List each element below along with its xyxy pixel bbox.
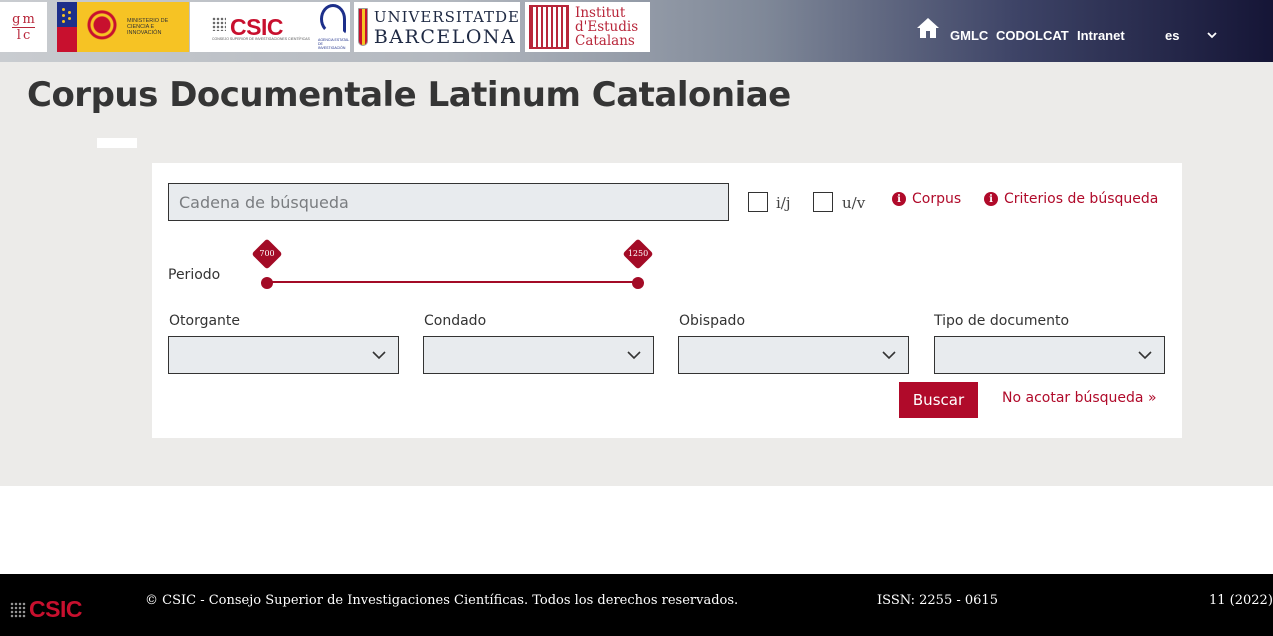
chevron-down-icon [882,351,896,360]
csic-dots-icon [212,17,226,31]
otorgante-select[interactable] [168,336,399,374]
obispado-select[interactable] [678,336,909,374]
main-panel: Corpus Documentale Latinum Cataloniae i/… [0,62,1273,486]
tab-stub[interactable] [97,138,137,148]
csic-dots-icon [10,601,26,618]
period-slider-handle-to[interactable] [632,277,644,289]
criteria-link[interactable]: i Criterios de búsqueda [984,191,1158,207]
info-icon: i [892,192,906,206]
chevron-down-icon [372,351,386,360]
site-header: g m l c MINISTERIO DE CIENCIA E INNOVACI… [0,0,1273,62]
checkbox-uv-label: u/v [842,194,866,212]
nav-codolcat[interactable]: CODOLCAT [996,28,1069,43]
csic-logo[interactable]: CSIC CONSEJO SUPERIOR DE INVESTIGACIONES… [190,2,350,52]
chevron-down-icon[interactable] [1206,29,1218,41]
chevron-down-icon [1138,351,1152,360]
search-input[interactable] [168,183,729,221]
ministerio-logo[interactable]: MINISTERIO DE CIENCIA E INNOVACIÓN [57,2,189,52]
ub-crest-icon [358,8,368,46]
chevron-down-icon [627,351,641,360]
footer-issue: 11 (2022) [1209,593,1273,608]
tipo-documento-select[interactable] [934,336,1165,374]
spain-coat-of-arms-icon [83,6,121,48]
home-icon[interactable] [916,17,940,39]
period-slider-handle-from[interactable] [261,277,273,289]
obispado-label: Obispado [679,313,746,329]
nav-intranet[interactable]: Intranet [1077,28,1125,43]
search-form: i/j u/v i Corpus i Criterios de búsqueda… [152,163,1182,438]
condado-select[interactable] [423,336,654,374]
page-title: Corpus Documentale Latinum Cataloniae [27,75,791,115]
checkbox-uv[interactable] [813,192,833,212]
footer-csic-logo[interactable]: CSIC [10,596,82,623]
footer-issn: ISSN: 2255 - 0615 [877,593,998,608]
gmlc-logo[interactable]: g m l c [0,2,47,52]
language-selector[interactable]: es [1165,28,1179,43]
corpus-link[interactable]: i Corpus [892,191,961,207]
footer-copyright: © CSIC - Consejo Superior de Investigaci… [145,593,739,608]
ub-logo[interactable]: UNIVERSITATDE BARCELONA [354,2,520,52]
eu-flag-icon [57,2,77,52]
nav-gmlc[interactable]: GMLC [950,28,988,43]
no-restrict-search-link[interactable]: No acotar búsqueda » [1002,390,1157,406]
period-label: Periodo [168,267,221,283]
period-slider-track[interactable] [267,281,638,283]
otorgante-label: Otorgante [169,313,241,329]
aei-logo: AGENCIA ESTATAL DE INVESTIGACIÓN [316,2,350,52]
period-from-value: 700 [259,249,275,258]
checkbox-ij-label: i/j [776,194,791,212]
aei-swoosh-icon [320,4,346,34]
period-to-value: 1250 [627,249,649,258]
iec-seal-icon [529,5,569,49]
tipo-documento-label: Tipo de documento [934,313,1070,329]
iec-logo[interactable]: Institut d'Estudis Catalans [525,2,650,52]
search-button[interactable]: Buscar [899,382,978,418]
info-icon: i [984,192,998,206]
checkbox-ij[interactable] [748,192,768,212]
site-footer: CSIC © CSIC - Consejo Superior de Invest… [0,574,1273,636]
condado-label: Condado [424,313,487,329]
